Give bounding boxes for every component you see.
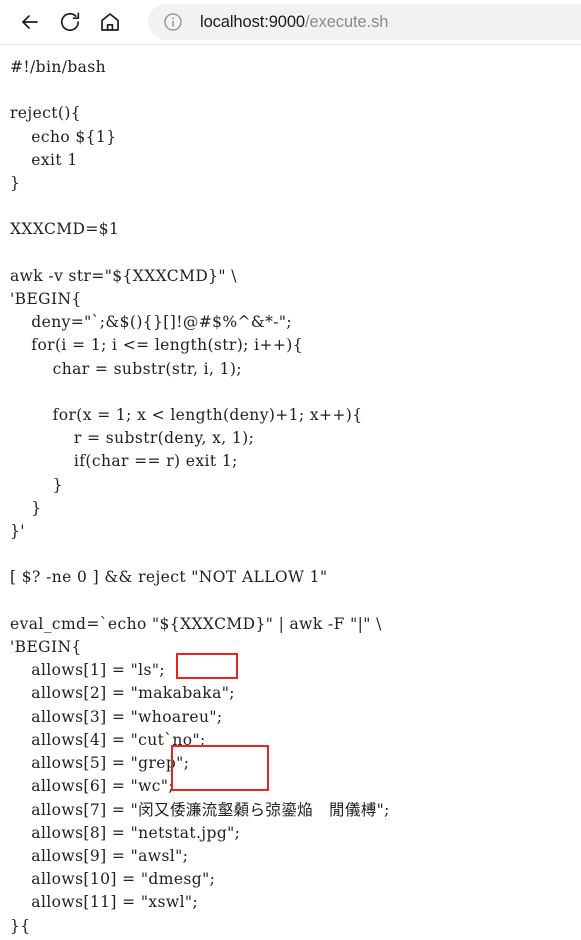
back-arrow-icon <box>18 10 42 34</box>
url-host: localhost:9000 <box>200 12 306 31</box>
reload-icon <box>58 10 82 34</box>
page-content: #!/bin/bash reject(){ echo ${1} exit 1 }… <box>0 45 581 940</box>
shell-script-source: #!/bin/bash reject(){ echo ${1} exit 1 }… <box>10 58 390 940</box>
reload-button[interactable] <box>50 2 90 42</box>
back-button[interactable] <box>10 2 50 42</box>
url-text: localhost:9000/execute.sh <box>200 13 388 32</box>
url-path: /execute.sh <box>305 12 389 31</box>
info-circle-icon[interactable] <box>162 11 184 33</box>
address-bar[interactable]: localhost:9000/execute.sh <box>148 4 581 40</box>
browser-toolbar: localhost:9000/execute.sh <box>0 0 581 44</box>
home-button[interactable] <box>90 2 130 42</box>
home-icon <box>98 10 122 34</box>
